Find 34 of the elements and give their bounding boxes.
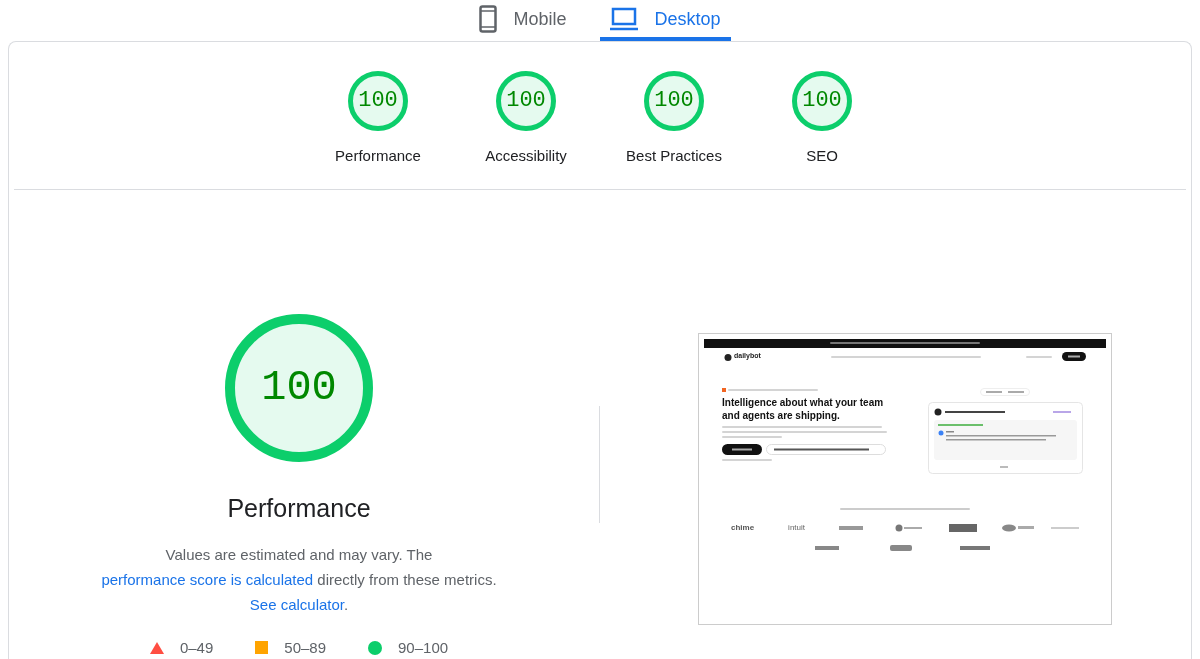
- category-label: Accessibility: [485, 145, 567, 166]
- score-gauge: [644, 70, 704, 131]
- legend-range: 90–100: [398, 637, 449, 658]
- doc-link[interactable]: See calculator: [249, 595, 345, 613]
- device-tab[interactable]: Mobile: [469, 0, 577, 41]
- category-label: SEO: [806, 145, 838, 166]
- score-gauge: [496, 70, 556, 131]
- start-button-drawing: [722, 443, 762, 455]
- score-value: 100: [506, 87, 546, 115]
- legend-range: 50–89: [284, 637, 326, 658]
- laptop-icon: [610, 7, 639, 32]
- score-gauge: [348, 70, 408, 131]
- signup-button-drawing: [1062, 352, 1086, 361]
- integrations-drawing: [722, 458, 772, 461]
- company-logo: intuit: [788, 521, 805, 534]
- performance-title: Performance: [227, 493, 371, 524]
- doc-link[interactable]: performance score is calculated: [101, 570, 314, 588]
- view-toggle-drawing: [980, 387, 1030, 396]
- legend-range: 0–49: [179, 637, 214, 658]
- category-label: Best Practices: [626, 145, 722, 166]
- score-gauge: [792, 70, 852, 131]
- category-label: Performance: [335, 145, 421, 166]
- score-value: 100: [358, 87, 398, 115]
- bot-logo-icon: [724, 352, 732, 361]
- hero-headline: Intelligence about what your team and agents are shipping.: [722, 395, 885, 422]
- badge-icon: [722, 387, 726, 392]
- device-tab[interactable]: Desktop: [600, 0, 731, 41]
- description-text: Values are estimated and may vary. The performance score is calculated directly from these metrics. See calculator.: [100, 544, 498, 615]
- nav-links-drawing: [1026, 355, 1052, 358]
- score-value: 100: [802, 87, 842, 115]
- score-value: 100: [261, 362, 337, 414]
- phone-icon: [479, 5, 498, 34]
- company-logo: chime: [731, 521, 755, 534]
- score-value: 100: [654, 87, 694, 115]
